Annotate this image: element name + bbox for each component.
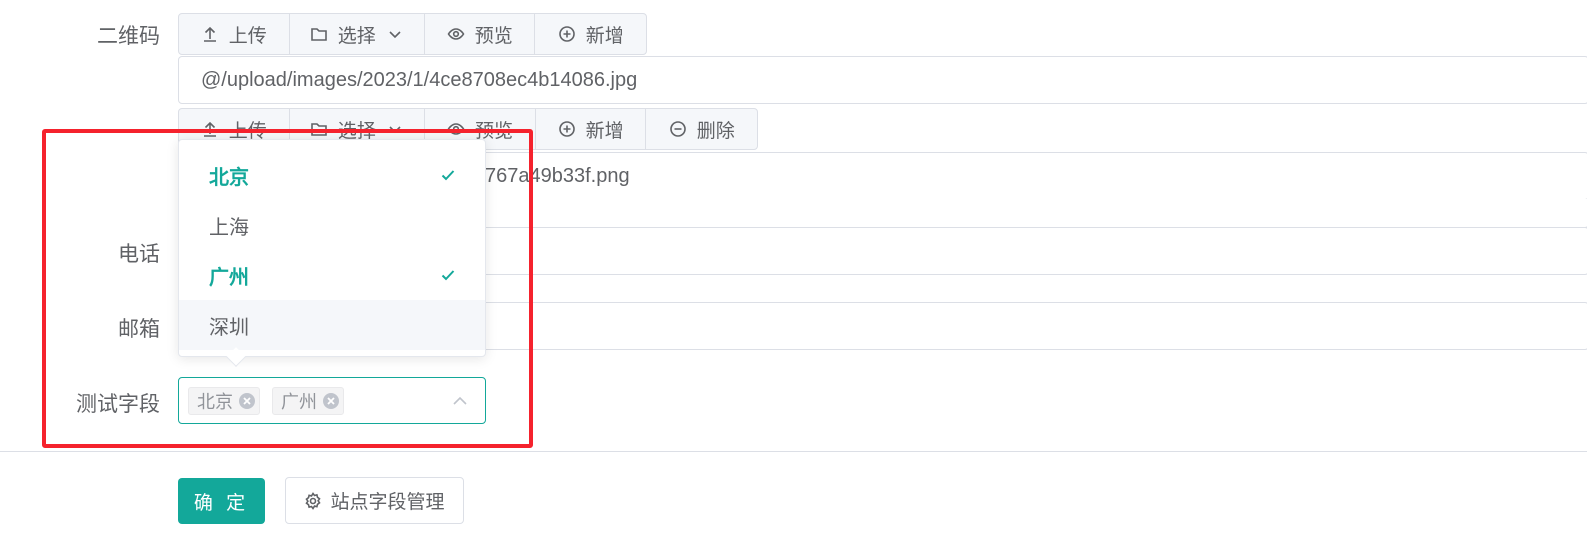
- qrcode-toolbar-1: 上传 选择 预览 新增: [178, 13, 647, 55]
- delete-label: 删除: [696, 120, 735, 142]
- gear-icon: [305, 491, 322, 510]
- add-button-2[interactable]: 新增: [536, 109, 647, 149]
- qrcode-path-input-1[interactable]: @/upload/images/2023/1/4ce8708ec4b14086.…: [178, 56, 1587, 104]
- confirm-button[interactable]: 确 定: [178, 478, 265, 524]
- qrcode-path-value-1: @/upload/images/2023/1/4ce8708ec4b14086.…: [201, 68, 638, 91]
- chevron-down-icon: [389, 31, 401, 39]
- plus-circle-icon: [558, 121, 575, 137]
- qrcode-label: 二维码: [97, 25, 160, 48]
- manage-fields-label: 站点字段管理: [330, 492, 445, 513]
- add-label: 新增: [585, 25, 624, 47]
- upload-icon: [203, 26, 216, 42]
- manage-fields-button[interactable]: 站点字段管理: [285, 477, 464, 524]
- eye-icon: [447, 28, 465, 40]
- add-button[interactable]: 新增: [535, 14, 646, 54]
- delete-button[interactable]: 删除: [646, 109, 757, 149]
- preview-label: 预览: [474, 25, 513, 47]
- select-dropdown-button[interactable]: 选择: [290, 14, 425, 54]
- upload-button[interactable]: 上传: [179, 14, 290, 54]
- select-label: 选择: [337, 25, 376, 47]
- minus-circle-icon: [669, 121, 686, 137]
- highlight-box: [42, 129, 533, 448]
- preview-button[interactable]: 预览: [425, 14, 536, 54]
- upload-label: 上传: [228, 25, 267, 47]
- plus-circle-icon: [558, 26, 575, 42]
- folder-icon: [310, 28, 327, 41]
- add-label-2: 新增: [585, 120, 624, 142]
- form-divider: [0, 451, 1587, 452]
